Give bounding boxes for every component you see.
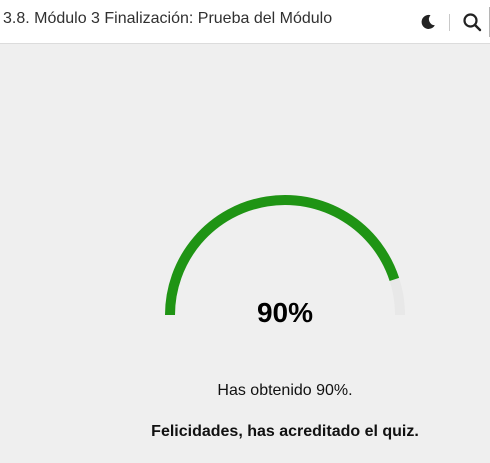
moon-icon [421,14,435,29]
pass-message: Felicidades, has acreditado el quiz. [151,423,419,440]
dark-mode-button[interactable] [417,11,439,33]
search-icon [463,13,482,32]
search-button[interactable] [461,11,483,33]
score-result-text: Has obtenido 90%. [217,382,353,399]
quiz-result-panel: 90% Has obtenido 90%. Felicidades, has a… [0,44,490,463]
header-divider [449,13,450,31]
header-actions [417,0,490,44]
score-percent: 90% [256,297,314,328]
page-title: 3.8. Módulo 3 Finalización: Prueba del M… [3,10,333,27]
page-header: 3.8. Módulo 3 Finalización: Prueba del M… [0,0,490,44]
